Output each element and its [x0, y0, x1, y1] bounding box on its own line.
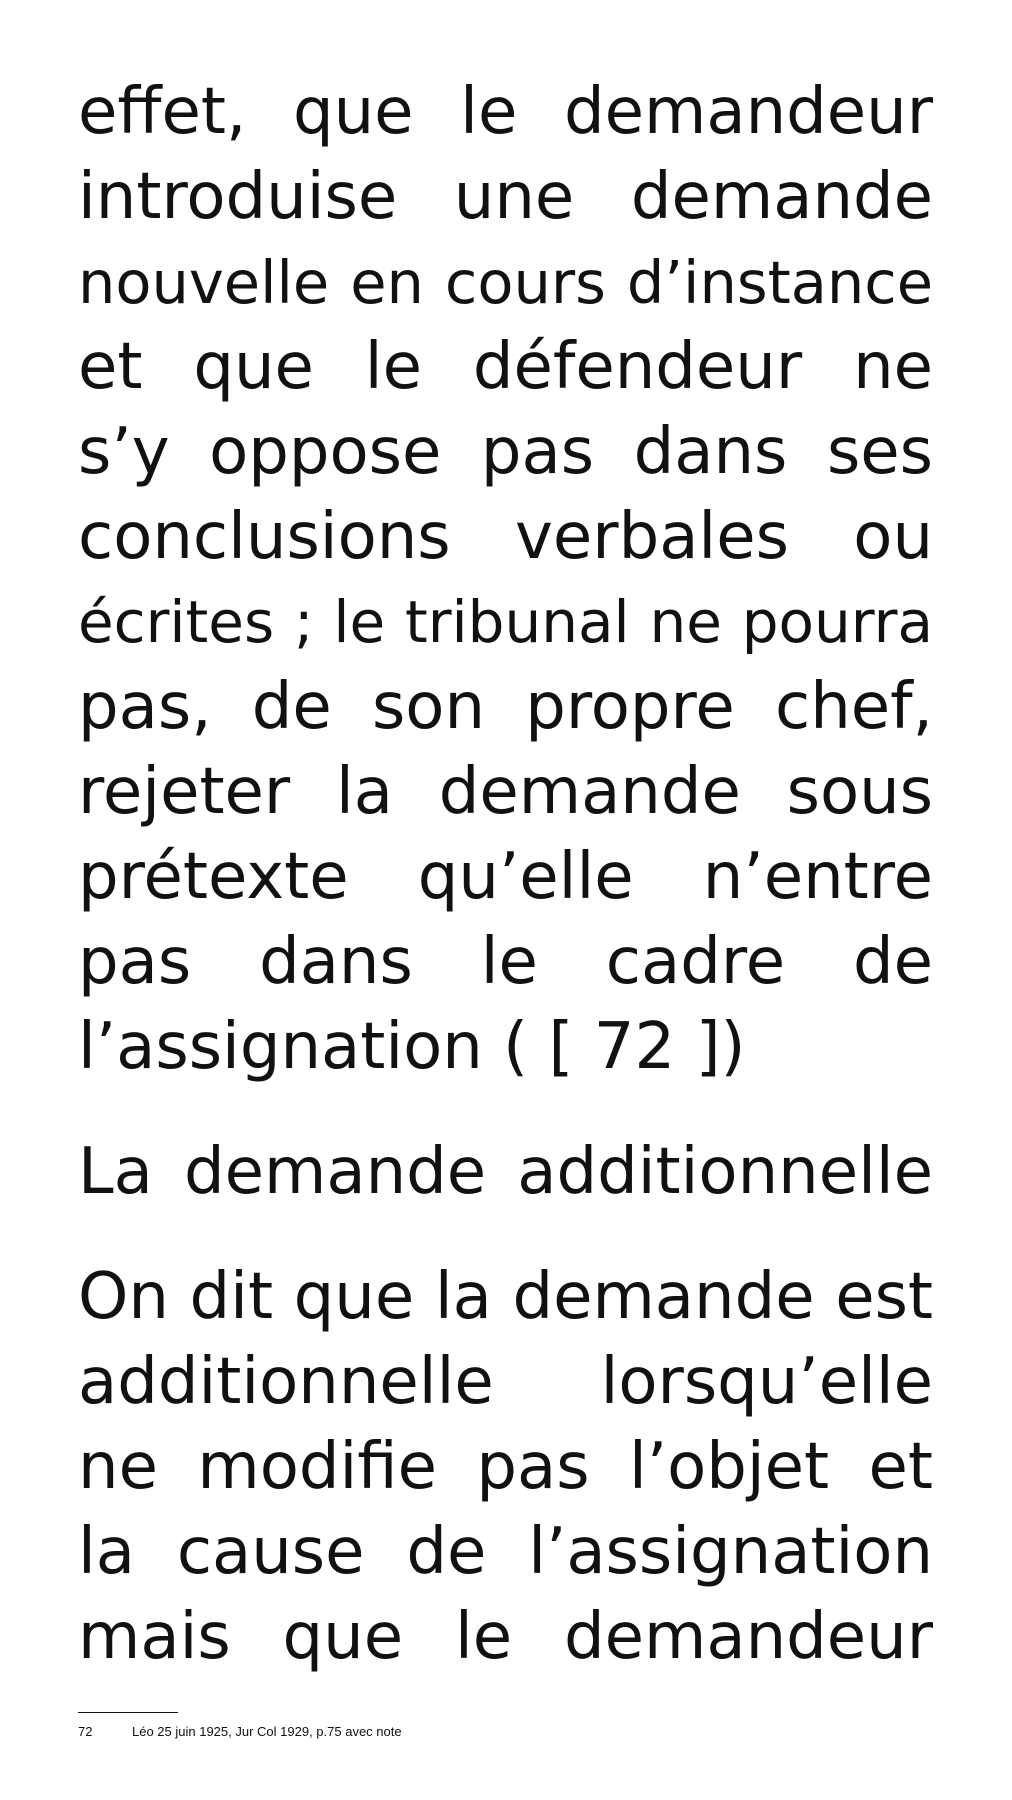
paragraph-1: effet, que le demandeur introduise une d… [78, 70, 933, 1090]
paragraph-line: additionnelle lorsqu’elle [78, 1345, 933, 1419]
paragraph-line: effet, que le demandeur [78, 75, 933, 149]
paragraph-line: écrites ; le tribunal ne pourra [78, 588, 933, 656]
paragraph-line: introduise une demande [78, 160, 933, 234]
section-heading: La demande additionnelle [78, 1135, 933, 1209]
paragraph-line: la cause de l’assignation [78, 1515, 933, 1589]
paragraph-line: prétexte qu’elle n’entre [78, 840, 933, 914]
paragraph-line: ne modifie pas l’objet et [78, 1430, 933, 1504]
paragraph-line-footnote-ref: l’assignation ( [ 72 ]) [78, 1010, 746, 1084]
footnote: 72 Léo 25 juin 1925, Jur Col 1929, p.75 a… [78, 1724, 402, 1740]
footnote-text: Léo 25 juin 1925, Jur Col 1929, p.75 ave… [132, 1724, 402, 1739]
footnote-number: 72 [78, 1724, 93, 1739]
paragraph-line: pas, de son propre chef, [78, 670, 933, 744]
paragraph-line: mais que le demandeur [78, 1600, 933, 1674]
paragraph-line: conclusions verbales ou [78, 500, 933, 574]
paragraph-line: s’y oppose pas dans ses [78, 415, 933, 489]
paragraph-line: nouvelle en cours d’instance [78, 248, 933, 317]
paragraph-line: pas dans le cadre de [78, 925, 933, 999]
paragraph-line: et que le défendeur ne [78, 330, 933, 404]
paragraph-2: On dit que la demande est additionnelle … [78, 1255, 933, 1680]
footnote-divider [78, 1712, 178, 1713]
paragraph-line: On dit que la demande est [78, 1260, 933, 1334]
paragraph-line: rejeter la demande sous [78, 755, 933, 829]
document-page: effet, que le demandeur introduise une d… [78, 70, 933, 1680]
